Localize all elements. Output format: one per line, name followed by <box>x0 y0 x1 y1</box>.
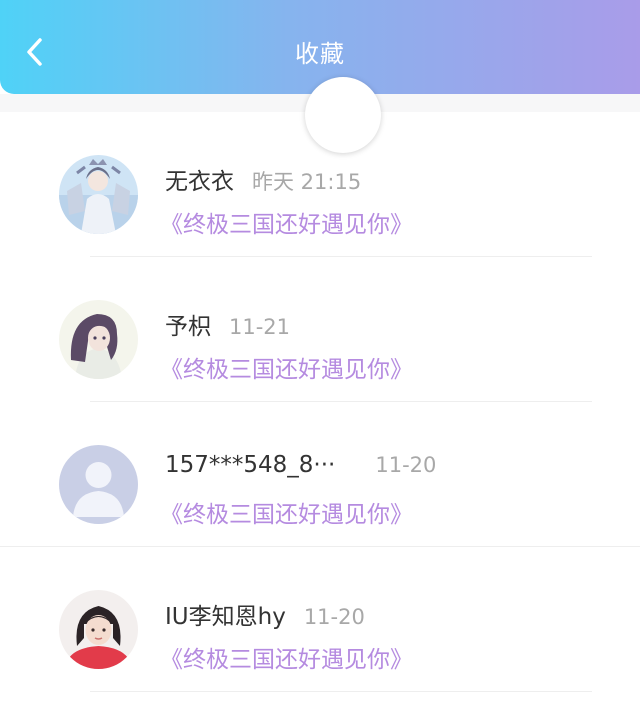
user-name[interactable]: 无衣衣 <box>165 169 234 195</box>
timestamp: 11-20 <box>375 453 437 477</box>
list-item[interactable]: 予枳 11-21 《终极三国还好遇见你》 <box>0 257 640 402</box>
avatar[interactable] <box>59 300 138 379</box>
header-bar: 收藏 <box>0 0 640 94</box>
list-item[interactable]: IU李知恩hy 11-20 《终极三国还好遇见你》 <box>0 547 640 692</box>
user-name[interactable]: 予枳 <box>165 314 211 340</box>
favorites-list: 无衣衣 昨天 21:15 《终极三国还好遇见你》 予枳 11-21 《终极三国还好遇… <box>0 112 640 692</box>
book-title-link[interactable]: 《终极三国还好遇见你》 <box>160 350 413 384</box>
timestamp: 昨天 21:15 <box>252 170 362 194</box>
avatar[interactable] <box>59 445 138 524</box>
photo-avatar <box>59 590 138 669</box>
avatar[interactable] <box>59 155 138 234</box>
timestamp: 11-21 <box>229 315 291 339</box>
user-name[interactable]: 157***548_8··· <box>165 452 335 478</box>
default-user-avatar <box>59 445 138 524</box>
list-item[interactable]: 157***548_8··· 11-20 《终极三国还好遇见你》 <box>0 402 640 547</box>
user-name[interactable]: IU李知恩hy <box>165 604 286 630</box>
book-title-link[interactable]: 《终极三国还好遇见你》 <box>160 640 413 674</box>
avatar[interactable] <box>59 590 138 669</box>
anime-character-avatar <box>59 155 138 234</box>
list-item[interactable]: 无衣衣 昨天 21:15 《终极三国还好遇见你》 <box>0 112 640 257</box>
timestamp: 11-20 <box>303 605 365 629</box>
book-title-link[interactable]: 《终极三国还好遇见你》 <box>160 205 413 239</box>
book-title-link[interactable]: 《终极三国还好遇见你》 <box>160 495 413 529</box>
divider <box>90 691 592 692</box>
anime-girl-avatar <box>59 300 138 379</box>
